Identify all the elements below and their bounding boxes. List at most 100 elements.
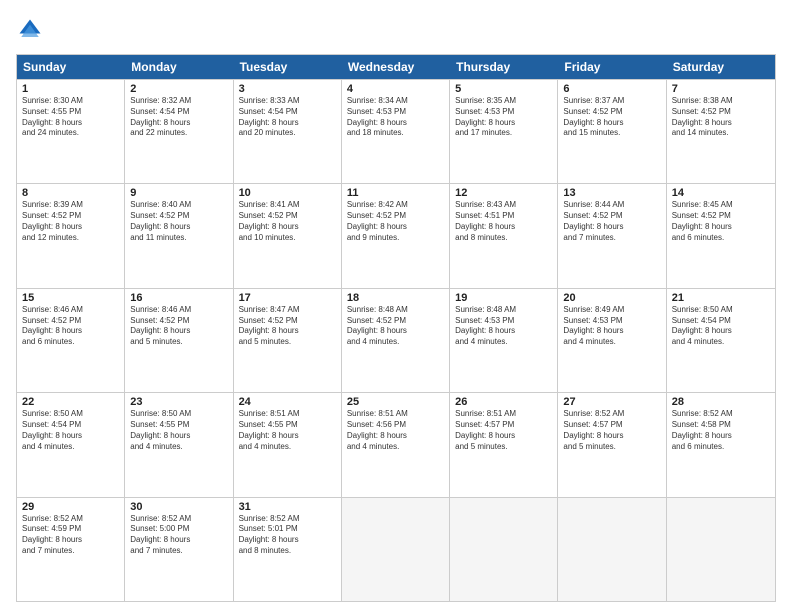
day-number: 14 bbox=[672, 187, 770, 199]
cal-cell: 30Sunrise: 8:52 AMSunset: 5:00 PMDayligh… bbox=[125, 498, 233, 601]
cell-info: Sunrise: 8:50 AMSunset: 4:55 PMDaylight:… bbox=[130, 409, 227, 452]
day-header-sunday: Sunday bbox=[17, 55, 125, 79]
cell-info: Sunrise: 8:45 AMSunset: 4:52 PMDaylight:… bbox=[672, 200, 770, 243]
day-header-saturday: Saturday bbox=[667, 55, 775, 79]
cal-cell: 18Sunrise: 8:48 AMSunset: 4:52 PMDayligh… bbox=[342, 289, 450, 392]
cell-info: Sunrise: 8:51 AMSunset: 4:55 PMDaylight:… bbox=[239, 409, 336, 452]
cal-cell: 15Sunrise: 8:46 AMSunset: 4:52 PMDayligh… bbox=[17, 289, 125, 392]
day-number: 18 bbox=[347, 292, 444, 304]
cell-info: Sunrise: 8:51 AMSunset: 4:56 PMDaylight:… bbox=[347, 409, 444, 452]
day-number: 20 bbox=[563, 292, 660, 304]
cal-cell: 1Sunrise: 8:30 AMSunset: 4:55 PMDaylight… bbox=[17, 80, 125, 183]
cal-cell: 6Sunrise: 8:37 AMSunset: 4:52 PMDaylight… bbox=[558, 80, 666, 183]
day-number: 16 bbox=[130, 292, 227, 304]
calendar-body: 1Sunrise: 8:30 AMSunset: 4:55 PMDaylight… bbox=[17, 79, 775, 601]
cal-cell: 10Sunrise: 8:41 AMSunset: 4:52 PMDayligh… bbox=[234, 184, 342, 287]
day-number: 13 bbox=[563, 187, 660, 199]
cal-cell: 28Sunrise: 8:52 AMSunset: 4:58 PMDayligh… bbox=[667, 393, 775, 496]
cal-cell: 22Sunrise: 8:50 AMSunset: 4:54 PMDayligh… bbox=[17, 393, 125, 496]
cal-cell: 19Sunrise: 8:48 AMSunset: 4:53 PMDayligh… bbox=[450, 289, 558, 392]
day-number: 29 bbox=[22, 501, 119, 513]
logo-icon bbox=[16, 16, 44, 44]
day-header-tuesday: Tuesday bbox=[234, 55, 342, 79]
day-header-wednesday: Wednesday bbox=[342, 55, 450, 79]
cell-info: Sunrise: 8:46 AMSunset: 4:52 PMDaylight:… bbox=[22, 305, 119, 348]
cell-info: Sunrise: 8:52 AMSunset: 4:59 PMDaylight:… bbox=[22, 514, 119, 557]
day-number: 7 bbox=[672, 83, 770, 95]
cal-cell: 11Sunrise: 8:42 AMSunset: 4:52 PMDayligh… bbox=[342, 184, 450, 287]
cal-cell: 17Sunrise: 8:47 AMSunset: 4:52 PMDayligh… bbox=[234, 289, 342, 392]
cal-cell: 9Sunrise: 8:40 AMSunset: 4:52 PMDaylight… bbox=[125, 184, 233, 287]
cell-info: Sunrise: 8:42 AMSunset: 4:52 PMDaylight:… bbox=[347, 200, 444, 243]
cal-cell: 31Sunrise: 8:52 AMSunset: 5:01 PMDayligh… bbox=[234, 498, 342, 601]
cell-info: Sunrise: 8:33 AMSunset: 4:54 PMDaylight:… bbox=[239, 96, 336, 139]
week-row-1: 1Sunrise: 8:30 AMSunset: 4:55 PMDaylight… bbox=[17, 79, 775, 183]
day-number: 19 bbox=[455, 292, 552, 304]
cal-cell: 29Sunrise: 8:52 AMSunset: 4:59 PMDayligh… bbox=[17, 498, 125, 601]
cell-info: Sunrise: 8:48 AMSunset: 4:53 PMDaylight:… bbox=[455, 305, 552, 348]
cell-info: Sunrise: 8:30 AMSunset: 4:55 PMDaylight:… bbox=[22, 96, 119, 139]
day-header-friday: Friday bbox=[558, 55, 666, 79]
day-header-thursday: Thursday bbox=[450, 55, 558, 79]
cell-info: Sunrise: 8:48 AMSunset: 4:52 PMDaylight:… bbox=[347, 305, 444, 348]
calendar: SundayMondayTuesdayWednesdayThursdayFrid… bbox=[16, 54, 776, 602]
cal-cell: 23Sunrise: 8:50 AMSunset: 4:55 PMDayligh… bbox=[125, 393, 233, 496]
day-number: 12 bbox=[455, 187, 552, 199]
cal-cell: 7Sunrise: 8:38 AMSunset: 4:52 PMDaylight… bbox=[667, 80, 775, 183]
day-number: 27 bbox=[563, 396, 660, 408]
cell-info: Sunrise: 8:34 AMSunset: 4:53 PMDaylight:… bbox=[347, 96, 444, 139]
cell-info: Sunrise: 8:52 AMSunset: 5:01 PMDaylight:… bbox=[239, 514, 336, 557]
day-number: 11 bbox=[347, 187, 444, 199]
cal-cell bbox=[667, 498, 775, 601]
cal-cell: 4Sunrise: 8:34 AMSunset: 4:53 PMDaylight… bbox=[342, 80, 450, 183]
day-number: 31 bbox=[239, 501, 336, 513]
day-number: 22 bbox=[22, 396, 119, 408]
day-number: 25 bbox=[347, 396, 444, 408]
cal-cell bbox=[342, 498, 450, 601]
cell-info: Sunrise: 8:41 AMSunset: 4:52 PMDaylight:… bbox=[239, 200, 336, 243]
cal-cell: 5Sunrise: 8:35 AMSunset: 4:53 PMDaylight… bbox=[450, 80, 558, 183]
cell-info: Sunrise: 8:50 AMSunset: 4:54 PMDaylight:… bbox=[22, 409, 119, 452]
cell-info: Sunrise: 8:51 AMSunset: 4:57 PMDaylight:… bbox=[455, 409, 552, 452]
cell-info: Sunrise: 8:52 AMSunset: 4:58 PMDaylight:… bbox=[672, 409, 770, 452]
day-number: 4 bbox=[347, 83, 444, 95]
calendar-header: SundayMondayTuesdayWednesdayThursdayFrid… bbox=[17, 55, 775, 79]
cal-cell: 8Sunrise: 8:39 AMSunset: 4:52 PMDaylight… bbox=[17, 184, 125, 287]
logo bbox=[16, 16, 48, 44]
cell-info: Sunrise: 8:43 AMSunset: 4:51 PMDaylight:… bbox=[455, 200, 552, 243]
day-number: 24 bbox=[239, 396, 336, 408]
day-number: 8 bbox=[22, 187, 119, 199]
day-number: 28 bbox=[672, 396, 770, 408]
week-row-5: 29Sunrise: 8:52 AMSunset: 4:59 PMDayligh… bbox=[17, 497, 775, 601]
day-number: 30 bbox=[130, 501, 227, 513]
cell-info: Sunrise: 8:35 AMSunset: 4:53 PMDaylight:… bbox=[455, 96, 552, 139]
cal-cell: 16Sunrise: 8:46 AMSunset: 4:52 PMDayligh… bbox=[125, 289, 233, 392]
page: SundayMondayTuesdayWednesdayThursdayFrid… bbox=[0, 0, 792, 612]
cell-info: Sunrise: 8:46 AMSunset: 4:52 PMDaylight:… bbox=[130, 305, 227, 348]
week-row-3: 15Sunrise: 8:46 AMSunset: 4:52 PMDayligh… bbox=[17, 288, 775, 392]
day-number: 21 bbox=[672, 292, 770, 304]
cal-cell: 2Sunrise: 8:32 AMSunset: 4:54 PMDaylight… bbox=[125, 80, 233, 183]
cell-info: Sunrise: 8:38 AMSunset: 4:52 PMDaylight:… bbox=[672, 96, 770, 139]
cell-info: Sunrise: 8:52 AMSunset: 4:57 PMDaylight:… bbox=[563, 409, 660, 452]
cell-info: Sunrise: 8:47 AMSunset: 4:52 PMDaylight:… bbox=[239, 305, 336, 348]
day-number: 10 bbox=[239, 187, 336, 199]
cal-cell bbox=[558, 498, 666, 601]
day-number: 5 bbox=[455, 83, 552, 95]
cell-info: Sunrise: 8:49 AMSunset: 4:53 PMDaylight:… bbox=[563, 305, 660, 348]
header bbox=[16, 16, 776, 44]
cal-cell: 3Sunrise: 8:33 AMSunset: 4:54 PMDaylight… bbox=[234, 80, 342, 183]
cal-cell: 26Sunrise: 8:51 AMSunset: 4:57 PMDayligh… bbox=[450, 393, 558, 496]
cal-cell: 12Sunrise: 8:43 AMSunset: 4:51 PMDayligh… bbox=[450, 184, 558, 287]
day-number: 17 bbox=[239, 292, 336, 304]
day-header-monday: Monday bbox=[125, 55, 233, 79]
cell-info: Sunrise: 8:37 AMSunset: 4:52 PMDaylight:… bbox=[563, 96, 660, 139]
cell-info: Sunrise: 8:50 AMSunset: 4:54 PMDaylight:… bbox=[672, 305, 770, 348]
day-number: 6 bbox=[563, 83, 660, 95]
day-number: 2 bbox=[130, 83, 227, 95]
cell-info: Sunrise: 8:44 AMSunset: 4:52 PMDaylight:… bbox=[563, 200, 660, 243]
cal-cell: 14Sunrise: 8:45 AMSunset: 4:52 PMDayligh… bbox=[667, 184, 775, 287]
day-number: 15 bbox=[22, 292, 119, 304]
cal-cell: 24Sunrise: 8:51 AMSunset: 4:55 PMDayligh… bbox=[234, 393, 342, 496]
week-row-2: 8Sunrise: 8:39 AMSunset: 4:52 PMDaylight… bbox=[17, 183, 775, 287]
